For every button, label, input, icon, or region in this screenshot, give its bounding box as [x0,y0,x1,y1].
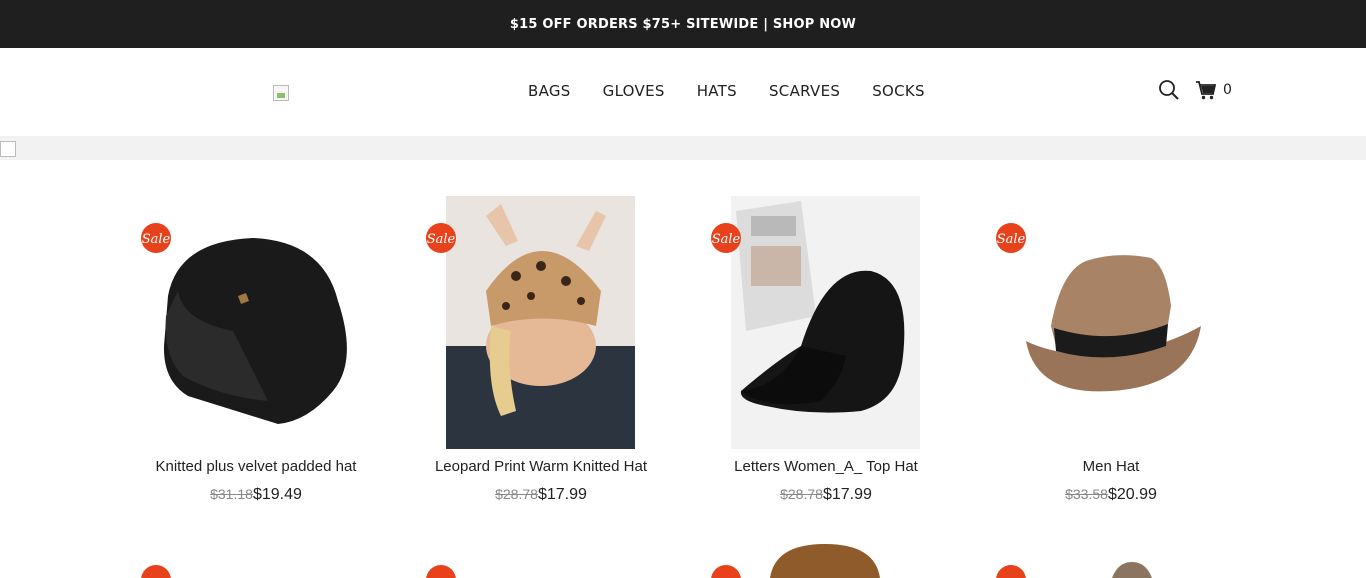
product-card[interactable]: Sale Knitted plus velvet padded hat $31.… [126,196,386,516]
product-title[interactable]: Leopard Print Warm Knitted Hat [411,458,671,475]
product-image-beanie[interactable] [158,196,347,449]
header-icons: 0 [1158,79,1232,101]
product-image-leopard-hat[interactable] [446,196,635,449]
nav-gloves[interactable]: GLOVES [603,79,665,103]
sale-badge [426,565,456,578]
site-header: BAGS GLOVES HATS SCARVES SOCKS 0 [0,48,1366,136]
product-title[interactable]: Men Hat [981,458,1241,475]
product-prices: $33.58$20.99 [981,486,1241,504]
sale-badge-text: Sale [712,232,741,247]
product-card[interactable]: Sale Letters Women_A_ Top Hat $28.78$17.… [696,196,956,516]
product-image-fedora[interactable] [1016,196,1205,449]
sale-badge [711,565,741,578]
product-card[interactable]: Sale Leopard Print Warm Knitted Hat $28.… [411,196,671,516]
old-price: $28.78 [495,486,538,502]
sale-badge [141,565,171,578]
product-image-baseball-cap[interactable] [731,196,920,449]
sale-badge: Sale [996,223,1026,253]
cart-count: 0 [1223,82,1232,98]
nav-hats[interactable]: HATS [697,79,737,103]
sale-badge: Sale [426,223,456,253]
old-price: $33.58 [1065,486,1108,502]
product-image-partial[interactable] [770,544,880,578]
old-price: $28.78 [780,486,823,502]
breadcrumb-strip [0,136,1366,160]
cart-icon[interactable] [1195,79,1217,101]
sale-price: $17.99 [537,486,587,503]
nav-socks[interactable]: SOCKS [872,79,925,103]
sale-badge-text: Sale [997,232,1026,247]
sale-price: $19.49 [252,486,302,503]
sale-badge-text: Sale [142,232,171,247]
search-icon[interactable] [1158,79,1180,101]
sale-price: $20.99 [1107,486,1157,503]
nav-scarves[interactable]: SCARVES [769,79,840,103]
main-nav: BAGS GLOVES HATS SCARVES SOCKS [512,79,957,103]
product-image-partial[interactable] [1110,560,1154,578]
sale-price: $17.99 [822,486,872,503]
announcement-text[interactable]: $15 OFF ORDERS $75+ SITEWIDE | SHOP NOW [510,17,856,32]
product-card[interactable]: Sale Men Hat $33.58$20.99 [981,196,1241,516]
product-prices: $28.78$17.99 [696,486,956,504]
sale-badge [996,565,1026,578]
sale-badge: Sale [141,223,171,253]
checkbox[interactable] [0,141,16,157]
logo-broken-image[interactable] [273,85,289,101]
product-grid: Sale Knitted plus velvet padded hat $31.… [0,160,1366,578]
product-title[interactable]: Knitted plus velvet padded hat [126,458,386,475]
nav-bags[interactable]: BAGS [528,79,571,103]
announcement-bar[interactable]: $15 OFF ORDERS $75+ SITEWIDE | SHOP NOW [0,0,1366,48]
product-title[interactable]: Letters Women_A_ Top Hat [696,458,956,475]
product-prices: $28.78$17.99 [411,486,671,504]
sale-badge-text: Sale [427,232,456,247]
old-price: $31.18 [210,486,253,502]
sale-badge: Sale [711,223,741,253]
product-prices: $31.18$19.49 [126,486,386,504]
